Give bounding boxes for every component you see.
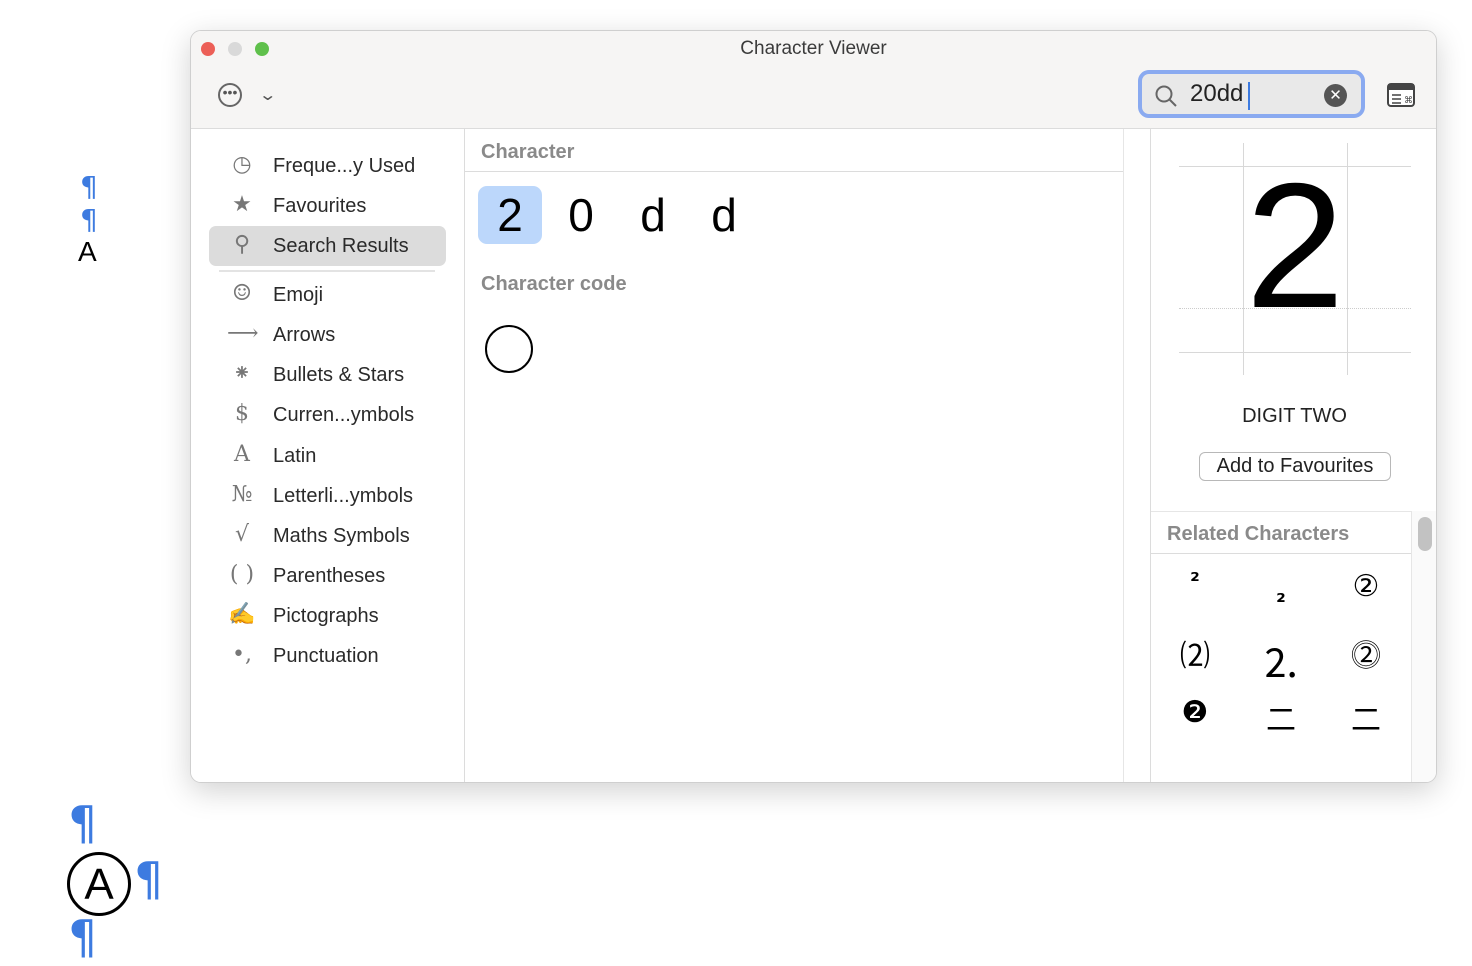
character-list: 2 0 d d <box>478 186 778 244</box>
character-header: Character <box>481 141 575 163</box>
character-cell[interactable]: 0 <box>549 186 613 244</box>
sidebar-item-label: Curren...ymbols <box>273 404 415 426</box>
sidebar-item-label: Latin <box>273 445 317 467</box>
sidebar-item-label: Parentheses <box>273 565 386 587</box>
category-icon: $ <box>235 401 249 426</box>
sidebar-item-maths-symbols[interactable]: √ Maths Symbols <box>209 516 446 556</box>
window-title: Character Viewer <box>740 38 887 59</box>
sidebar-item-latin[interactable]: A Latin <box>209 436 446 476</box>
sidebar-item-label: Maths Symbols <box>273 525 410 547</box>
sidebar-item-label: Search Results <box>273 235 409 257</box>
related-character[interactable]: ② <box>1326 569 1406 604</box>
sidebar-item-label: Arrows <box>273 324 336 346</box>
sidebar-separator <box>219 270 435 272</box>
sidebar-item-punctuation[interactable]: •, Punctuation <box>209 636 446 676</box>
character-viewer-window: Character Viewer ••• ⌄ 20dd ✕ ⌘ ◷ Freque.… <box>190 30 1437 783</box>
related-characters-header: Related Characters <box>1167 523 1350 545</box>
pilcrow-mark: ¶ <box>68 910 98 964</box>
category-icon: √ <box>234 522 250 547</box>
sidebar-item-letterli-ymbols[interactable]: № Letterli...ymbols <box>209 476 446 516</box>
related-character[interactable]: ² <box>1155 569 1235 594</box>
search-input[interactable]: 20dd <box>1190 80 1243 108</box>
title-bar: Character Viewer ••• ⌄ 20dd ✕ ⌘ <box>191 31 1436 129</box>
character-cell[interactable]: 2 <box>478 186 542 244</box>
related-character[interactable]: ⒉ <box>1241 631 1321 689</box>
clear-search-icon[interactable]: ✕ <box>1324 84 1347 107</box>
sidebar-item-label: Freque...y Used <box>273 155 416 177</box>
category-icon: ✍ <box>228 602 256 627</box>
glyph-preview: 2 <box>1245 146 1345 345</box>
scrollbar[interactable] <box>1411 511 1436 782</box>
text-caret <box>1248 82 1250 110</box>
sidebar-item-label: Pictographs <box>273 605 379 627</box>
sidebar-item-pictographs[interactable]: ✍ Pictographs <box>209 596 446 636</box>
character-code-header: Character code <box>481 273 627 295</box>
character-cell[interactable]: d <box>621 186 685 244</box>
keyboard-viewer-icon[interactable]: ⌘ <box>1387 83 1415 107</box>
category-icon: ⟶ <box>227 321 259 346</box>
scrollbar-thumb[interactable] <box>1418 517 1432 551</box>
code-character-cell[interactable] <box>485 325 533 373</box>
character-cell[interactable]: d <box>692 186 756 244</box>
search-field[interactable]: 20dd ✕ <box>1138 70 1365 118</box>
sidebar-item-bullets-stars[interactable]: ⁕ Bullets & Stars <box>209 355 446 395</box>
main-panel: Character 2 0 d d Character code <box>465 129 1123 782</box>
related-character[interactable]: ❷ <box>1155 695 1235 730</box>
ellipsis-circle-icon[interactable]: ••• <box>218 83 242 107</box>
sidebar-item-label: Letterli...ymbols <box>273 485 414 507</box>
sidebar-item-label: Emoji <box>273 284 324 306</box>
related-character[interactable]: ⓶ <box>1326 631 1406 675</box>
svg-text:⌘: ⌘ <box>1404 95 1413 105</box>
category-icon: ◷ <box>232 152 252 177</box>
add-to-favourites-button[interactable]: Add to Favourites <box>1199 452 1391 481</box>
sidebar-item-label: Bullets & Stars <box>273 364 405 386</box>
related-character[interactable]: ₂ <box>1241 583 1321 608</box>
sidebar-item-search-results[interactable]: ⚲ Search Results <box>209 226 446 266</box>
related-characters-grid: ² ₂ ② ⑵ ⒉ ⓶ ❷ 二⼆ <box>1151 559 1411 782</box>
letter-a: A <box>78 236 97 267</box>
pilcrow-mark: ¶ <box>68 796 98 850</box>
sidebar-item-emoji[interactable]: ☺ Emoji <box>209 275 446 315</box>
chevron-down-icon[interactable]: ⌄ <box>258 85 277 105</box>
sidebar-item-favourites[interactable]: ★ Favourites <box>209 186 446 226</box>
sidebar-item-parentheses[interactable]: ( ) Parentheses <box>209 556 446 596</box>
category-icon: ( ) <box>229 562 255 587</box>
related-character[interactable]: ⼆ <box>1326 695 1406 739</box>
sidebar: ◷ Freque...y Used ★ Favourites ⚲ Search Resul… <box>191 129 465 782</box>
sidebar-item-label: Favourites <box>273 195 367 217</box>
category-icon: A <box>234 442 250 467</box>
circled-letter-a: A <box>67 852 131 916</box>
sidebar-item-label: Punctuation <box>273 645 379 667</box>
sidebar-item-arrows[interactable]: ⟶ Arrows <box>209 315 446 355</box>
search-icon <box>1155 85 1177 107</box>
related-character[interactable]: ⑵ <box>1155 631 1235 675</box>
category-icon: ⁕ <box>232 361 252 386</box>
pilcrow-mark: ¶ <box>134 852 164 906</box>
related-character[interactable]: 二 <box>1241 695 1321 739</box>
sidebar-item-curren-ymbols[interactable]: $ Curren...ymbols <box>209 395 446 435</box>
category-icon: № <box>231 482 253 507</box>
category-icon: ☺ <box>232 281 252 306</box>
character-name: DIGIT TWO <box>1242 405 1347 427</box>
detail-panel: 2 DIGIT TWO Add to Favourites Related Ch… <box>1151 129 1436 782</box>
panel-divider[interactable] <box>1123 129 1151 782</box>
category-icon: ⚲ <box>233 232 251 257</box>
category-icon: •, <box>232 642 252 667</box>
sidebar-item-freque-y-used[interactable]: ◷ Freque...y Used <box>209 146 446 186</box>
category-icon: ★ <box>232 192 252 217</box>
pilcrow-mark: ¶ <box>80 170 98 203</box>
pilcrow-mark: ¶ <box>80 203 98 236</box>
